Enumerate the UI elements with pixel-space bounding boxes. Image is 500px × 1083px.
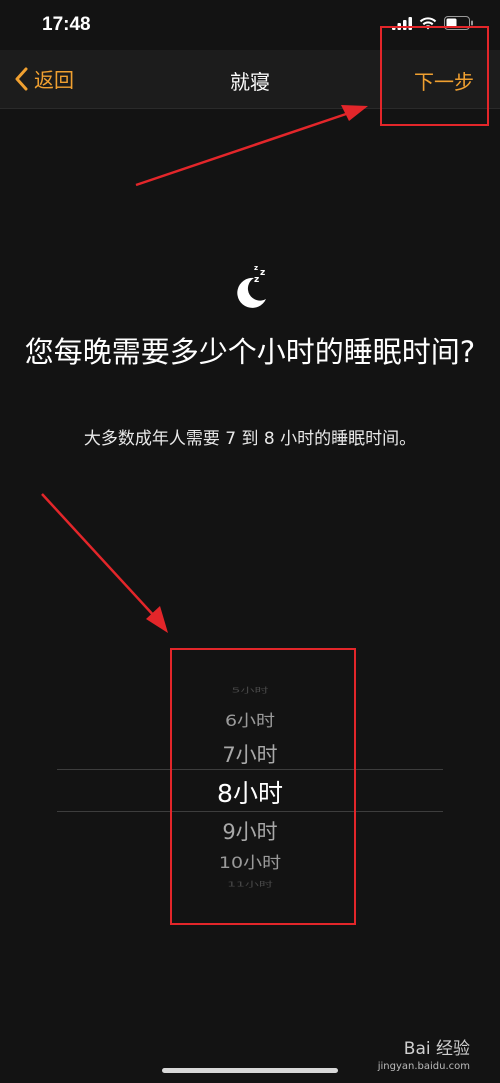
wifi-icon — [419, 16, 437, 29]
svg-text:z: z — [254, 264, 258, 272]
battery-icon — [444, 16, 473, 30]
status-icons — [392, 16, 474, 30]
status-bar: 17:48 — [0, 0, 500, 50]
sleep-question-subtitle: 大多数成年人需要 7 到 8 小时的睡眠时间。 — [83, 429, 417, 449]
annotation-arrow-top — [135, 110, 353, 187]
picker-selection-top-line — [57, 769, 443, 770]
watermark-url: jingyan.baidu.com — [377, 1061, 470, 1072]
cellular-signal-icon — [392, 16, 412, 30]
picker-selection-bottom-line — [57, 811, 443, 812]
status-time: 17:48 — [42, 14, 91, 35]
annotation-arrow-middle — [41, 493, 157, 619]
picker-option[interactable]: 9小时 — [0, 816, 500, 846]
hours-picker[interactable]: 5小时 6小时 7小时 8小时 9小时 10小时 11小时 — [0, 676, 500, 898]
watermark-brand: Bai 经验 — [403, 1039, 470, 1059]
picker-option[interactable]: 5小时 — [0, 685, 500, 695]
annotation-arrows — [41, 105, 368, 633]
next-button[interactable]: 下一步 — [414, 66, 474, 95]
picker-option[interactable]: 6小时 — [0, 708, 500, 731]
baidu-jingyan-watermark: Bai 经验 jingyan.baidu.com — [378, 1040, 470, 1076]
annotation-arrowhead-middle — [146, 606, 168, 633]
home-indicator[interactable] — [162, 1068, 338, 1073]
picker-option-selected[interactable]: 8小时 — [0, 774, 500, 810]
sleep-moon-icon: z z z — [237, 264, 266, 308]
picker-option[interactable]: 11小时 — [0, 879, 500, 889]
navigation-bar: 返回 就寝 下一步 — [0, 50, 500, 109]
svg-text:z: z — [254, 275, 259, 285]
sleep-question-heading: 您每晚需要多少个小时的睡眠时间? — [24, 335, 476, 369]
picker-option[interactable]: 7小时 — [0, 739, 500, 769]
picker-option[interactable]: 10小时 — [0, 850, 500, 873]
svg-text:z: z — [260, 268, 265, 278]
